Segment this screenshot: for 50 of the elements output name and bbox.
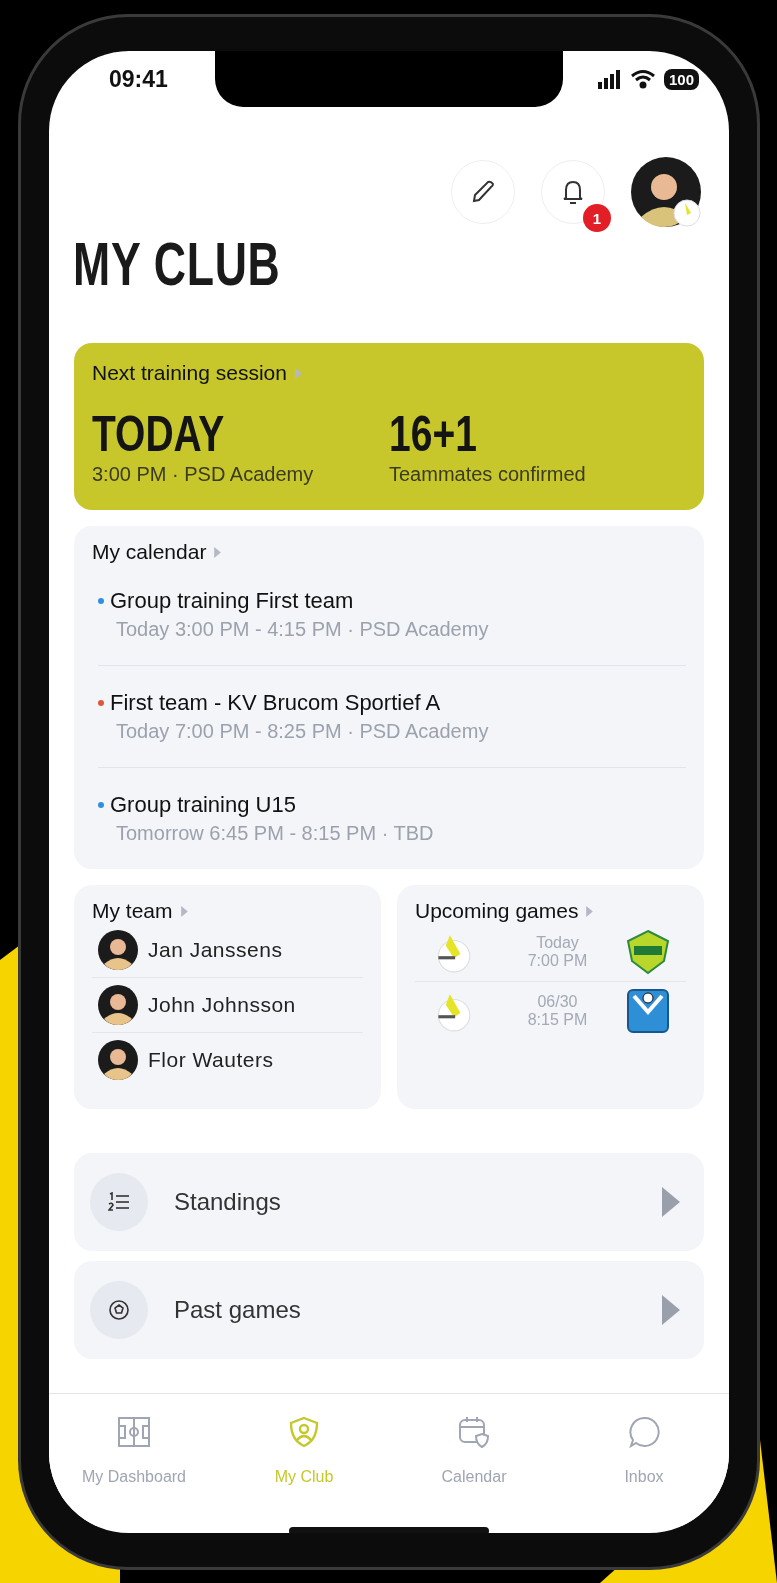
event-detail: Tomorrow 6:45 PM - 8:15 PM · TBD	[116, 822, 435, 845]
field-icon	[117, 1416, 151, 1448]
wifi-icon	[629, 69, 656, 89]
confirmed-count: 16+1	[389, 405, 477, 463]
battery-level: 100	[663, 68, 699, 90]
calendar-icon	[458, 1416, 490, 1448]
chevron-icon	[662, 1187, 680, 1217]
menu-row[interactable]: Past games	[74, 1261, 704, 1359]
bell-icon	[561, 179, 585, 205]
card-heading[interactable]: Upcoming games	[415, 899, 579, 923]
caret-icon	[180, 905, 188, 917]
profile-avatar[interactable]	[631, 157, 701, 227]
event-title[interactable]: Group training First team	[110, 588, 354, 614]
player-avatar	[98, 930, 138, 970]
caret-icon	[586, 905, 594, 917]
team-crest	[626, 929, 670, 975]
card-heading[interactable]: My calendar	[92, 540, 207, 564]
menu-row[interactable]: Standings	[74, 1153, 704, 1251]
event-title[interactable]: Group training U15	[110, 792, 296, 818]
notification-badge: 1	[583, 204, 611, 232]
page-title: MY CLUB	[73, 229, 282, 299]
shield-user-icon	[289, 1416, 319, 1448]
card-heading: Next training session	[92, 361, 287, 385]
signal-icon	[597, 69, 622, 89]
game-time: 8:15 PM	[527, 1011, 588, 1029]
event-detail: Today 7:00 PM - 8:25 PM · PSD Academy	[116, 720, 490, 743]
status-time: 09:41	[109, 65, 168, 93]
event-title[interactable]: First team - KV Brucom Sportief A	[110, 690, 441, 716]
next-training-card[interactable]: Next training session TODAY 3:00 PM · PSD Academy 16+1 Teammates confirmed	[74, 343, 704, 510]
training-detail: 3:00 PM · PSD Academy	[92, 463, 315, 486]
confirmed-label: Teammates confirmed	[389, 463, 587, 486]
player-name[interactable]: Jan Janssens	[148, 938, 283, 962]
game-time: 7:00 PM	[527, 952, 588, 970]
chat-bubble-icon	[628, 1416, 660, 1448]
player-name[interactable]: Flor Wauters	[148, 1048, 274, 1072]
training-day: TODAY	[92, 405, 225, 463]
event-detail: Today 3:00 PM - 4:15 PM · PSD Academy	[116, 618, 490, 641]
game-date: 06/30	[537, 993, 578, 1011]
card-heading[interactable]: My team	[92, 899, 173, 923]
numbered-list-icon	[108, 1192, 130, 1212]
player-avatar	[98, 1040, 138, 1080]
game-date: Today	[536, 934, 579, 952]
chevron-icon	[662, 1295, 680, 1325]
player-avatar	[98, 985, 138, 1025]
team-crest	[626, 988, 670, 1034]
pencil-icon	[470, 179, 496, 205]
ball-icon	[108, 1299, 130, 1321]
caret-icon	[214, 546, 222, 558]
player-name[interactable]: John Johnsson	[148, 993, 296, 1017]
caret-icon	[294, 367, 302, 379]
